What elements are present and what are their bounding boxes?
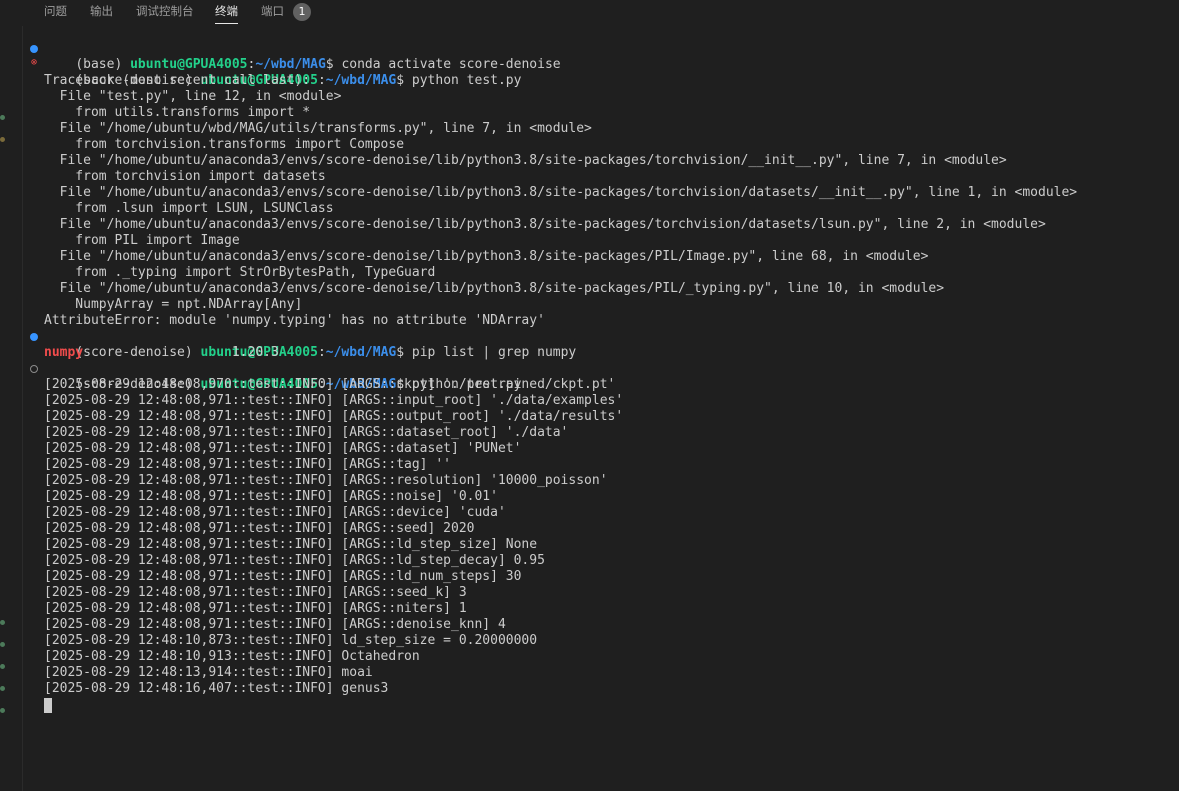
traceback-line: File "/home/ubuntu/anaconda3/envs/score-… xyxy=(44,153,1007,168)
log-line: [2025-08-29 12:48:08,971::test::INFO] [A… xyxy=(44,393,624,408)
tab-ports[interactable]: 端口 xyxy=(261,3,284,19)
gutter-marker xyxy=(0,664,5,669)
tab-terminal[interactable]: 终端 xyxy=(215,3,238,24)
command-error-icon[interactable]: ⊗ xyxy=(29,58,39,69)
traceback-line: File "/home/ubuntu/anaconda3/envs/score-… xyxy=(44,217,1046,232)
ports-count-badge: 1 xyxy=(293,3,311,21)
input-line[interactable] xyxy=(44,697,1174,713)
log-line: [2025-08-29 12:48:08,970::test::INFO] [A… xyxy=(44,377,616,392)
traceback-line: File "/home/ubuntu/anaconda3/envs/score-… xyxy=(44,249,929,264)
log-line: [2025-08-29 12:48:08,971::test::INFO] [A… xyxy=(44,617,506,632)
gutter-marker xyxy=(0,686,5,691)
traceback-line: from ._typing import StrOrBytesPath, Typ… xyxy=(44,265,436,280)
traceback-line: File "/home/ubuntu/anaconda3/envs/score-… xyxy=(44,281,945,296)
log-line: [2025-08-29 12:48:08,971::test::INFO] [A… xyxy=(44,601,467,616)
log-line: [2025-08-29 12:48:08,971::test::INFO] [A… xyxy=(44,537,538,552)
log-line: [2025-08-29 12:48:08,971::test::INFO] [A… xyxy=(44,425,569,440)
log-line: [2025-08-29 12:48:08,971::test::INFO] [A… xyxy=(44,489,498,504)
gutter-border xyxy=(22,26,23,791)
traceback-line: File "/home/ubuntu/wbd/MAG/utils/transfo… xyxy=(44,121,592,136)
gutter-marker xyxy=(0,708,5,713)
prompt-line: (base) ubuntu@GPUA4005:~/wbd/MAG$ conda … xyxy=(30,41,1174,72)
log-line: [2025-08-29 12:48:08,971::test::INFO] [A… xyxy=(44,553,545,568)
gutter-marker xyxy=(0,137,5,142)
traceback-line: File "/home/ubuntu/anaconda3/envs/score-… xyxy=(44,185,1078,200)
terminal-cursor xyxy=(44,698,52,713)
log-line: [2025-08-29 12:48:16,407::test::INFO] ge… xyxy=(44,681,389,696)
log-line: [2025-08-29 12:48:10,913::test::INFO] Oc… xyxy=(44,649,420,664)
log-line: [2025-08-29 12:48:08,971::test::INFO] [A… xyxy=(44,457,451,472)
log-line: [2025-08-29 12:48:08,971::test::INFO] [A… xyxy=(44,521,475,536)
prompt-line: (score-denoise) ubuntu@GPUA4005:~/wbd/MA… xyxy=(30,329,1174,360)
log-line: [2025-08-29 12:48:08,971::test::INFO] [A… xyxy=(44,409,624,424)
prompt-line: ⊗ (score-denoise) ubuntu@GPUA4005:~/wbd/M… xyxy=(30,57,522,89)
traceback-line: NumpyArray = npt.NDArray[Any] xyxy=(44,297,303,312)
traceback-line: from torchvision.transforms import Compo… xyxy=(44,137,405,152)
package-version: 1.20.3 xyxy=(231,345,279,360)
package-name: numpy xyxy=(44,345,84,360)
gutter-marker xyxy=(0,620,5,625)
panel-tab-bar: 问题 输出 调试控制台 终端 端口 1 xyxy=(0,0,1179,26)
log-line: [2025-08-29 12:48:08,971::test::INFO] [A… xyxy=(44,441,522,456)
traceback-line: File "test.py", line 12, in <module> xyxy=(44,89,342,104)
command-success-icon[interactable] xyxy=(30,45,38,53)
traceback-line: from utils.transforms import * xyxy=(44,105,311,120)
log-line: [2025-08-29 12:48:08,971::test::INFO] [A… xyxy=(44,473,608,488)
traceback-line: from torchvision import datasets xyxy=(44,169,326,184)
command-success-icon[interactable] xyxy=(30,333,38,341)
log-line: [2025-08-29 12:48:13,914::test::INFO] mo… xyxy=(44,665,373,680)
tab-debug-console[interactable]: 调试控制台 xyxy=(136,3,194,19)
error-message: AttributeError: module 'numpy.typing' ha… xyxy=(44,313,545,328)
traceback-line: from PIL import Image xyxy=(44,233,240,248)
tab-output[interactable]: 输出 xyxy=(90,3,113,19)
log-line: [2025-08-29 12:48:08,971::test::INFO] [A… xyxy=(44,505,506,520)
terminal-output[interactable]: (base) ubuntu@GPUA4005:~/wbd/MAG$ conda … xyxy=(30,41,1174,713)
log-line: [2025-08-29 12:48:08,971::test::INFO] [A… xyxy=(44,569,522,584)
log-line: [2025-08-29 12:48:08,971::test::INFO] [A… xyxy=(44,585,467,600)
prompt-line: (score-denoise) ubuntu@GPUA4005:~/wbd/MA… xyxy=(30,361,1174,392)
gutter-marker xyxy=(0,115,5,120)
traceback-line: Traceback (most recent call last): xyxy=(44,73,311,88)
command-running-icon[interactable] xyxy=(30,365,38,373)
log-line: [2025-08-29 12:48:10,873::test::INFO] ld… xyxy=(44,633,538,648)
pip-result-line: numpy 1.20.3 xyxy=(44,345,1174,361)
gutter-marker xyxy=(0,642,5,647)
traceback-line: from .lsun import LSUN, LSUNClass xyxy=(44,201,334,216)
tab-problems[interactable]: 问题 xyxy=(44,3,67,19)
